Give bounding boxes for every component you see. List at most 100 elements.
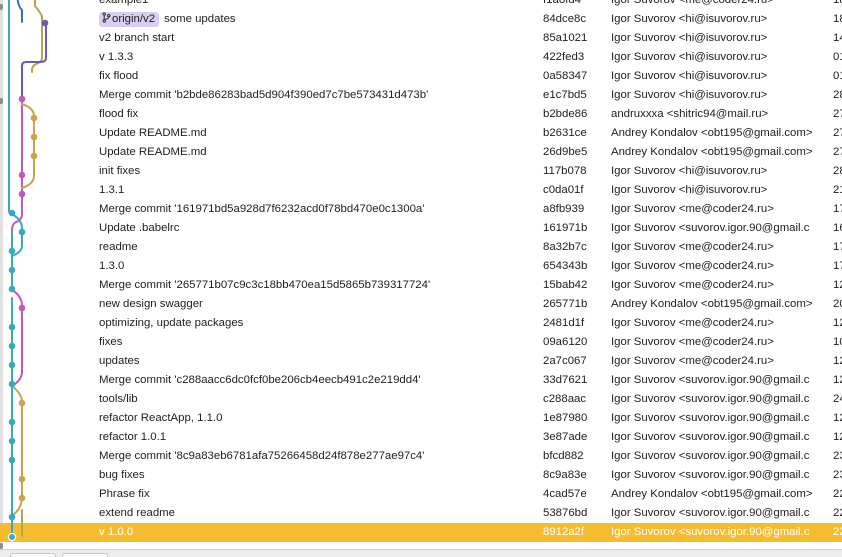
commit-author: Igor Suvorov <me@coder24.ru> (611, 279, 774, 291)
commit-date: 01 (833, 51, 842, 63)
toolbar-button[interactable] (10, 553, 56, 557)
commit-row[interactable]: Merge commit '161971bd5a928d7f6232acd0f7… (0, 200, 842, 219)
commit-message: fix flood (99, 67, 539, 86)
bottom-toolbar (0, 549, 842, 557)
commit-author: Igor Suvorov <hi@isuvorov.ru> (611, 51, 768, 63)
commit-row[interactable]: readme 8a32b7c Igor Suvorov <me@coder24.ru… (0, 238, 842, 257)
commit-date: 16 (833, 222, 842, 234)
commit-message-text: v 1.0.0 (99, 526, 134, 538)
commit-message-text: extend readme (99, 507, 175, 519)
commit-hash: 117b078 (543, 165, 587, 177)
commit-row[interactable]: Update README.md b2631ce Andrey Kondalov <… (0, 124, 842, 143)
commit-message: Merge commit '161971bd5a928d7f6232acd0f7… (99, 200, 539, 219)
commit-row[interactable]: optimizing, update packages 2481d1f Igor S… (0, 314, 842, 333)
commit-row[interactable]: 1.3.0 654343b Igor Suvorov <me@coder24.ru>… (0, 257, 842, 276)
commit-hash: 15bab42 (543, 279, 588, 291)
commit-row[interactable]: Merge commit 'c288aacc6dc0fcf0be206cb4ee… (0, 371, 842, 390)
commit-row[interactable]: bug fixes 8c9a83e Igor Suvorov <suvorov.ig… (0, 466, 842, 485)
commit-author: Igor Suvorov <me@coder24.ru> (611, 0, 774, 6)
commit-message-text: v 1.3.3 (99, 51, 134, 63)
commit-message: bug fixes (99, 466, 539, 485)
commit-hash: c0da01f (543, 184, 584, 196)
commit-row[interactable]: fixes 09a6120 Igor Suvorov <me@coder24.ru>… (0, 333, 842, 352)
commit-author: Igor Suvorov <hi@isuvorov.ru> (611, 165, 768, 177)
commit-row[interactable]: Merge commit '8c9a83eb6781afa75266458d24… (0, 447, 842, 466)
commit-date: 28 (833, 165, 842, 177)
commit-hash: 8a32b7c (543, 241, 587, 253)
commit-date: 17 (833, 241, 842, 253)
commit-author: Igor Suvorov <suvorov.igor.90@gmail.c (611, 450, 810, 462)
commit-hash: 3e87ade (543, 431, 588, 443)
commit-row[interactable]: tools/lib c288aac Igor Suvorov <suvorov.ig… (0, 390, 842, 409)
commit-hash: 8c9a83e (543, 469, 587, 481)
commit-hash: 85a1021 (543, 32, 588, 44)
commit-hash: b2bde86 (543, 108, 588, 120)
graph-commit-dot (8, 437, 16, 445)
commit-row[interactable]: new design swagger 265771b Andrey Kondalov… (0, 295, 842, 314)
commit-row[interactable]: updates 2a7c067 Igor Suvorov <me@coder24.r… (0, 352, 842, 371)
commit-author: Igor Suvorov <hi@isuvorov.ru> (611, 70, 768, 82)
branch-icon (102, 12, 111, 23)
commit-message: Merge commit 'b2bde86283bad5d904f390ed7c… (99, 86, 539, 105)
branch-ref-tag[interactable]: origin/v2 (99, 12, 160, 27)
commit-author: Igor Suvorov <suvorov.igor.90@gmail.c (611, 526, 810, 538)
commit-graph (7, 0, 49, 542)
commit-row[interactable]: init fixes 117b078 Igor Suvorov <hi@isuvor… (0, 162, 842, 181)
graph-commit-dot (41, 19, 49, 27)
graph-commit-dot (8, 247, 16, 255)
commit-message: origin/v2 some updates (99, 10, 539, 29)
commit-row[interactable]: refactor 1.0.1 3e87ade Igor Suvorov <suvor… (0, 428, 842, 447)
commit-message: refactor ReactApp, 1.1.0 (99, 409, 539, 428)
commit-message-text: fix flood (99, 70, 139, 82)
commit-row[interactable]: extend readme 53876bd Igor Suvorov <suvoro… (0, 504, 842, 523)
commit-author: Igor Suvorov <suvorov.igor.90@gmail.c (611, 469, 810, 481)
commit-author: andruxxxa <shitric94@mail.ru> (611, 108, 769, 120)
commit-date: 12 (833, 279, 842, 291)
commit-message: extend readme (99, 504, 539, 523)
graph-commit-dot (18, 494, 26, 502)
graph-commit-dot (8, 361, 16, 369)
commit-author: Igor Suvorov <me@coder24.ru> (611, 203, 774, 215)
graph-commit-dot (8, 513, 16, 521)
commit-row[interactable]: fix flood 0a58347 Igor Suvorov <hi@isuvoro… (0, 67, 842, 86)
graph-commit-dot (8, 456, 16, 464)
commit-author: Igor Suvorov <me@coder24.ru> (611, 241, 774, 253)
commit-message-text: readme (99, 241, 138, 253)
commit-row-selected[interactable]: v 1.0.0 8912a2f Igor Suvorov <suvorov.igor… (0, 523, 842, 542)
commit-row[interactable]: Update .babelrc 161971b Igor Suvorov <suvo… (0, 219, 842, 238)
graph-lane-connector (16, 0, 23, 23)
commit-row[interactable]: flood fix b2bde86 andruxxxa <shitric94@mai… (0, 105, 842, 124)
commit-row[interactable]: v 1.3.3 422fed3 Igor Suvorov <hi@isuvorov.… (0, 48, 842, 67)
commit-row[interactable]: v2 branch start 85a1021 Igor Suvorov <hi@i… (0, 29, 842, 48)
commit-date: 14 (833, 32, 842, 44)
commit-row[interactable]: origin/v2 some updates 84dce8c Igor Suvorov… (0, 10, 842, 29)
commit-hash: 84dce8c (543, 13, 587, 25)
commit-message-text: refactor ReactApp, 1.1.0 (99, 412, 223, 424)
graph-commit-dot (18, 304, 26, 312)
commit-row[interactable]: Merge commit 'b2bde86283bad5d904f390ed7c… (0, 86, 842, 105)
commit-row[interactable]: refactor ReactApp, 1.1.0 1e87980 Igor Suvo… (0, 409, 842, 428)
commit-author: Igor Suvorov <suvorov.igor.90@gmail.c (611, 222, 810, 234)
commit-date: 18 (833, 0, 842, 6)
commit-message: Update README.md (99, 143, 539, 162)
commit-row[interactable]: example1 f1a8fd4 Igor Suvorov <me@coder24.… (0, 0, 842, 10)
commit-row[interactable]: Phrase fix 4cad57e Andrey Kondalov <obt195… (0, 485, 842, 504)
commit-hash: c288aac (543, 393, 587, 405)
commit-date: 28 (833, 89, 842, 101)
commit-date: 12 (833, 317, 842, 329)
commit-row[interactable]: 1.3.1 c0da01f Igor Suvorov <hi@isuvorov.ru… (0, 181, 842, 200)
graph-commit-dot (8, 209, 16, 217)
commit-message: init fixes (99, 162, 539, 181)
toolbar-button[interactable] (62, 553, 108, 557)
commit-hash: 0a58347 (543, 70, 588, 82)
graph-commit-dot (30, 114, 38, 122)
commit-date: 17 (833, 260, 842, 272)
commit-row[interactable]: Update README.md 26d9be5 Andrey Kondalov <… (0, 143, 842, 162)
commit-message: tools/lib (99, 390, 539, 409)
graph-commit-dot (18, 399, 26, 407)
commit-message-text: bug fixes (99, 469, 145, 481)
commit-message: readme (99, 238, 539, 257)
commit-row[interactable]: Merge commit '265771b07c9c3c18bb470ea15d… (0, 276, 842, 295)
commit-date: 27 (833, 127, 842, 139)
commit-message-text: init fixes (99, 165, 141, 177)
